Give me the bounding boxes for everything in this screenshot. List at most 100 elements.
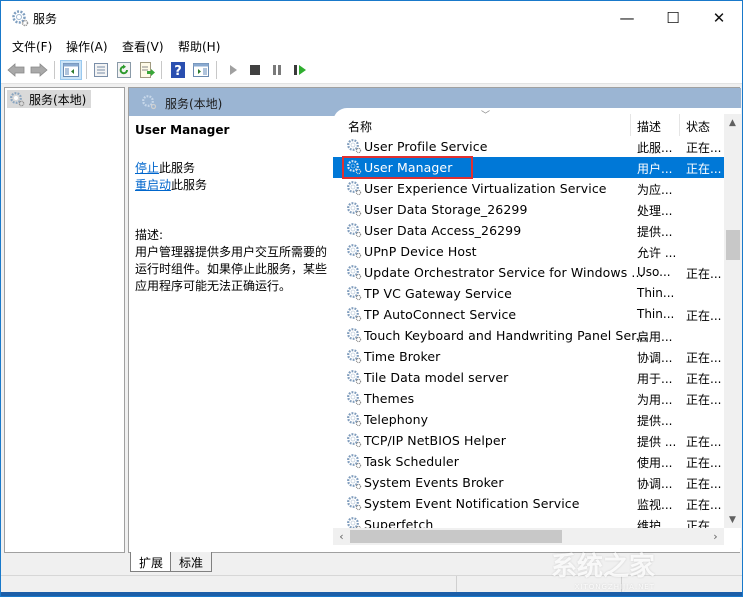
service-row[interactable]: TCP/IP NetBIOS Helper 提供 ... 正在... [333, 430, 724, 451]
description-text: 用户管理器提供多用户交互所需要的运行时组件。如果停止此服务，某些应用程序可能无法… [135, 245, 328, 293]
menu-action[interactable]: 操作(A) [66, 38, 108, 55]
service-description: 描述: 用户管理器提供多用户交互所需要的运行时组件。如果停止此服务，某些应用程序… [135, 227, 331, 295]
stop-service-link[interactable]: 停止 [135, 161, 159, 175]
tree-item-services-local[interactable]: 服务(本地) [7, 90, 91, 108]
pause-service-button[interactable] [266, 60, 288, 80]
services-gear-icon [10, 92, 25, 107]
description-label: 描述: [135, 228, 164, 242]
service-gear-icon [346, 516, 362, 528]
service-row[interactable]: User Data Access_26299 提供... [333, 220, 724, 241]
service-status: 正在... [686, 435, 722, 449]
column-header-name[interactable]: 名称 [348, 118, 372, 135]
scroll-left-icon[interactable]: ‹ [333, 528, 350, 545]
service-name: UPnP Device Host [364, 244, 477, 259]
horizontal-scrollbar[interactable]: ‹ › [333, 528, 724, 545]
service-description: 使用... [637, 456, 673, 470]
column-header-row: ﹀ 名称 描述 状态 [333, 111, 724, 136]
scroll-right-icon[interactable]: › [707, 528, 724, 545]
start-service-button[interactable] [222, 60, 244, 80]
service-status: 正在... [686, 456, 722, 470]
service-gear-icon [346, 201, 362, 220]
service-row[interactable]: Telephony 提供... [333, 409, 724, 430]
service-name: Task Scheduler [364, 454, 459, 469]
service-gear-icon [346, 222, 362, 241]
service-name: User Profile Service [364, 139, 488, 154]
tab-standard[interactable]: 标准 [170, 552, 213, 572]
restart-icon [294, 65, 306, 75]
service-description: 提供... [637, 225, 673, 239]
service-status: 正在... [686, 267, 722, 281]
service-description: 启用... [637, 330, 673, 344]
service-row[interactable]: TP AutoConnect Service Thin... 正在... [333, 304, 724, 325]
restart-service-button[interactable] [289, 60, 311, 80]
service-status: 正在... [686, 309, 722, 323]
service-description: 维护... [637, 519, 673, 528]
service-row[interactable]: UPnP Device Host 允许 ... [333, 241, 724, 262]
menu-file[interactable]: 文件(F) [12, 38, 52, 55]
service-description: 监视... [637, 498, 673, 512]
service-description: 为应... [637, 183, 673, 197]
service-row[interactable]: Themes 为用... 正在... [333, 388, 724, 409]
properties-icon [94, 63, 108, 77]
service-row[interactable]: User Profile Service 此服... 正在... [333, 136, 724, 157]
services-gear-icon [12, 10, 29, 27]
menu-help[interactable]: 帮助(H) [178, 38, 220, 55]
forward-button[interactable] [28, 60, 50, 80]
tab-extended[interactable]: 扩展 [130, 552, 173, 572]
back-button[interactable] [5, 60, 27, 80]
service-gear-icon [346, 243, 362, 262]
restart-service-link[interactable]: 重启动 [135, 178, 171, 192]
service-row[interactable]: System Event Notification Service 监视... 正在… [333, 493, 724, 514]
service-row[interactable]: Touch Keyboard and Handwriting Panel Ser… [333, 325, 724, 346]
horizontal-scroll-thumb[interactable] [350, 530, 562, 543]
vertical-scrollbar[interactable]: ▲ ▼ [724, 114, 741, 528]
service-row[interactable]: Tile Data model server 用于... 正在... [333, 367, 724, 388]
service-name: Themes [364, 391, 415, 406]
column-divider[interactable] [679, 114, 680, 136]
service-gear-icon [346, 411, 362, 430]
service-description: 用于... [637, 372, 673, 386]
service-description: 提供... [637, 414, 673, 428]
services-gear-icon [142, 95, 157, 110]
service-row[interactable]: System Events Broker 协调... 正在... [333, 472, 724, 493]
service-gear-icon [346, 453, 362, 472]
stop-service-button[interactable] [244, 60, 266, 80]
selected-service-name: User Manager [135, 123, 230, 137]
close-button[interactable]: ✕ [696, 1, 742, 34]
help-button[interactable]: ? [167, 60, 189, 80]
minimize-button[interactable]: — [604, 1, 650, 34]
scroll-down-icon[interactable]: ▼ [724, 511, 741, 528]
service-name: Tile Data model server [364, 370, 509, 385]
play-icon [230, 65, 237, 75]
properties-button[interactable] [90, 60, 112, 80]
help-icon: ? [171, 62, 185, 78]
service-row[interactable]: User Experience Virtualization Service 为应… [333, 178, 724, 199]
service-row[interactable]: Superfetch 维护... 正在... [333, 514, 724, 528]
service-row[interactable]: TP VC Gateway Service Thin... [333, 283, 724, 304]
service-row[interactable]: User Manager 用户... 正在... [333, 156, 724, 179]
services-window: 服务 — ☐ ✕ 文件(F) 操作(A) 查看(V) 帮助(H) ? 服务(本地… [0, 0, 743, 597]
menu-view[interactable]: 查看(V) [122, 38, 164, 55]
service-gear-icon [346, 495, 362, 514]
service-row[interactable]: Update Orchestrator Service for Windows … [333, 262, 724, 283]
service-name: System Event Notification Service [364, 496, 580, 511]
service-description: 此服... [637, 141, 673, 155]
service-row[interactable]: User Data Storage_26299 处理... [333, 199, 724, 220]
show-action-pane-button[interactable] [190, 60, 212, 80]
stop-service-suffix: 此服务 [159, 161, 196, 175]
column-divider[interactable] [630, 114, 631, 136]
vertical-scroll-thumb[interactable] [726, 230, 740, 260]
service-gear-icon [346, 180, 362, 199]
column-header-description[interactable]: 描述 [637, 118, 661, 135]
forward-icon [30, 63, 48, 77]
maximize-button[interactable]: ☐ [650, 1, 696, 34]
service-row[interactable]: Time Broker 协调... 正在... [333, 346, 724, 367]
scroll-up-icon[interactable]: ▲ [724, 114, 741, 131]
service-row[interactable]: Task Scheduler 使用... 正在... [333, 451, 724, 472]
column-header-status[interactable]: 状态 [686, 118, 710, 135]
export-list-button[interactable] [136, 60, 158, 80]
show-hide-console-tree-button[interactable] [60, 60, 82, 80]
service-gear-icon [346, 264, 362, 283]
refresh-button[interactable] [113, 60, 135, 80]
console-tree-icon [63, 63, 79, 77]
